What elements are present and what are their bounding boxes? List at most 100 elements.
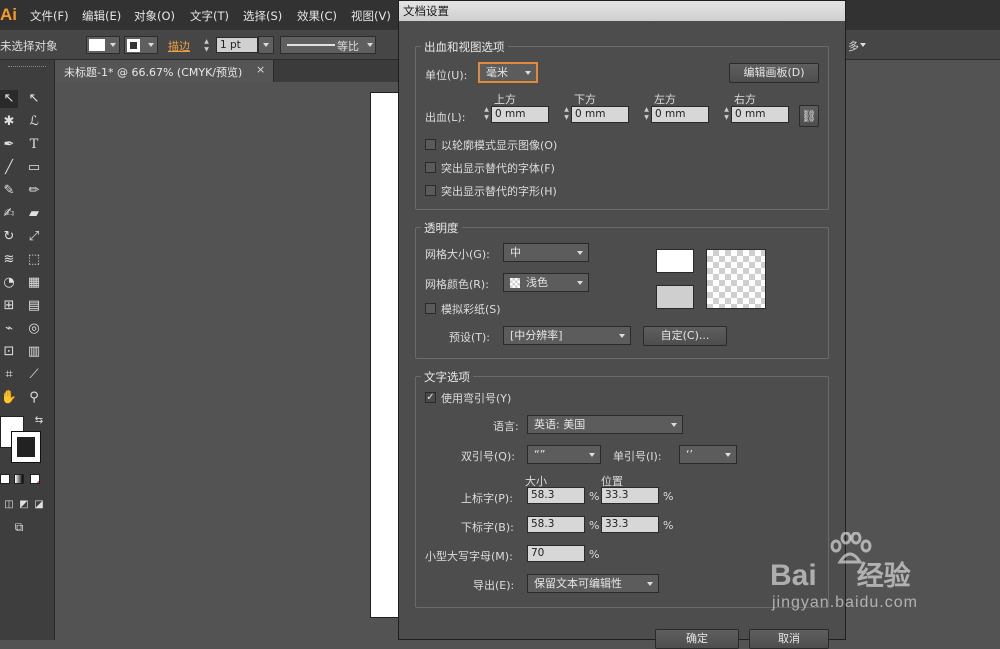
edit-artboards-button[interactable]: 编辑画板(D): [729, 63, 819, 83]
paintbrush-tool-icon[interactable]: ✎: [0, 182, 18, 200]
pen-tool-icon[interactable]: ✒: [0, 136, 18, 154]
artboard[interactable]: [370, 92, 400, 618]
highlight-glyphs-label: 突出显示替代的字形(H): [441, 185, 557, 198]
gradient-mode-icon[interactable]: [14, 474, 24, 484]
stroke-label[interactable]: 描边: [168, 38, 190, 54]
lasso-tool-icon[interactable]: ℒ: [25, 113, 43, 131]
stroke-swatch[interactable]: [11, 431, 41, 463]
bleed-left-label: 左方: [654, 93, 676, 106]
gradient-tool-icon[interactable]: ▤: [25, 297, 43, 315]
draw-inside-icon[interactable]: ◪: [30, 496, 48, 514]
grid-size-dropdown[interactable]: 中: [503, 243, 589, 262]
menu-effect[interactable]: 效果(C): [297, 8, 337, 24]
bleed-left-input[interactable]: 0 mm: [651, 106, 709, 123]
ok-button[interactable]: 确定: [655, 629, 739, 649]
menu-view[interactable]: 视图(V): [351, 8, 391, 24]
color-mode-icon[interactable]: [0, 474, 10, 484]
bleed-left-spinner[interactable]: ▲ ▼: [643, 106, 650, 123]
subscript-label: 下标字(B):: [461, 521, 514, 534]
rectangle-tool-icon[interactable]: ▭: [25, 159, 43, 177]
line-tool-icon[interactable]: ╱: [0, 159, 18, 177]
grid-color-1-swatch[interactable]: [656, 249, 694, 273]
bleed-label: 出血(L):: [425, 111, 466, 124]
bleed-right-spinner[interactable]: ▲ ▼: [723, 106, 730, 123]
dialog-title[interactable]: 文档设置: [399, 1, 845, 21]
subscript-size-input[interactable]: 58.3: [527, 516, 585, 533]
type-tool-icon[interactable]: T: [25, 136, 43, 154]
selection-tool-icon[interactable]: ↖: [0, 90, 18, 108]
panel-grip[interactable]: [8, 66, 46, 70]
artboard-tool-icon[interactable]: ⌗: [0, 366, 18, 384]
grid-color-2-swatch[interactable]: [656, 285, 694, 309]
hand-tool-icon[interactable]: ✋: [0, 389, 18, 407]
bleed-top-input[interactable]: 0 mm: [491, 106, 549, 123]
bleed-top-label: 上方: [494, 93, 516, 106]
zoom-tool-icon[interactable]: ⚲: [25, 389, 43, 407]
export-dropdown[interactable]: 保留文本可编辑性: [527, 574, 659, 593]
column-graph-tool-icon[interactable]: ▥: [25, 343, 43, 361]
close-icon[interactable]: ×: [256, 63, 265, 76]
width-tool-icon[interactable]: ≋: [0, 251, 18, 269]
stroke-color-picker[interactable]: [124, 36, 158, 54]
symbol-sprayer-tool-icon[interactable]: ⊡: [0, 343, 18, 361]
stroke-profile-dropdown[interactable]: 等比: [280, 36, 376, 54]
simulate-paper-checkbox[interactable]: [425, 303, 436, 314]
slice-tool-icon[interactable]: ⟋: [25, 366, 43, 384]
bleed-top-spinner[interactable]: ▲ ▼: [483, 106, 490, 123]
outline-images-checkbox[interactable]: [425, 139, 436, 150]
language-dropdown[interactable]: 英语: 美国: [527, 415, 683, 434]
subscript-position-input[interactable]: 33.3: [601, 516, 659, 533]
blend-tool-icon[interactable]: ◎: [25, 320, 43, 338]
free-transform-tool-icon[interactable]: ⬚: [25, 251, 43, 269]
preset-dropdown[interactable]: [中分辨率]: [503, 326, 631, 345]
menu-file[interactable]: 文件(F): [30, 8, 69, 24]
superscript-label: 上标字(P):: [461, 492, 513, 505]
panel-menu-overflow[interactable]: 多: [848, 38, 859, 54]
menu-object[interactable]: 对象(O): [134, 8, 175, 24]
stroke-weight-dropdown[interactable]: [258, 36, 274, 54]
grid-colors-dropdown[interactable]: 浅色: [503, 273, 589, 292]
small-caps-unit: %: [589, 548, 600, 561]
menu-type[interactable]: 文字(T): [190, 8, 229, 24]
rotate-tool-icon[interactable]: ↻: [0, 228, 18, 246]
baidu-brand: Bai: [770, 559, 817, 592]
eyedropper-tool-icon[interactable]: ⌁: [0, 320, 18, 338]
scale-tool-icon[interactable]: ⤢: [25, 228, 43, 246]
menu-select[interactable]: 选择(S): [243, 8, 282, 24]
bleed-view-group-title: 出血和视图选项: [421, 39, 508, 55]
perspective-grid-tool-icon[interactable]: ▦: [25, 274, 43, 292]
eraser-tool-icon[interactable]: ▰: [25, 205, 43, 223]
highlight-fonts-checkbox[interactable]: [425, 162, 436, 173]
superscript-position-input[interactable]: 33.3: [601, 487, 659, 504]
custom-button[interactable]: 自定(C)...: [643, 326, 727, 346]
small-caps-input[interactable]: 70: [527, 545, 585, 562]
bleed-bottom-spinner[interactable]: ▲ ▼: [563, 106, 570, 123]
double-quotes-dropdown[interactable]: “”: [527, 445, 601, 464]
bleed-bottom-input[interactable]: 0 mm: [571, 106, 629, 123]
bleed-right-input[interactable]: 0 mm: [731, 106, 789, 123]
superscript-size-unit: %: [589, 490, 600, 503]
magic-wand-tool-icon[interactable]: ✱: [0, 113, 18, 131]
use-quotes-checkbox[interactable]: ✓: [425, 392, 436, 403]
screen-mode-icon[interactable]: ⧉: [10, 518, 28, 536]
highlight-glyphs-checkbox[interactable]: [425, 185, 436, 196]
none-mode-icon[interactable]: [30, 474, 40, 484]
shape-builder-tool-icon[interactable]: ◔: [0, 274, 18, 292]
mesh-tool-icon[interactable]: ⊞: [0, 297, 18, 315]
blob-brush-tool-icon[interactable]: ✍: [0, 205, 18, 223]
panel-menu-arrow[interactable]: [860, 43, 866, 47]
single-quotes-dropdown[interactable]: ‘’: [679, 445, 737, 464]
menu-edit[interactable]: 编辑(E): [82, 8, 121, 24]
document-tab[interactable]: 未标题-1* @ 66.67% (CMYK/预览) ×: [56, 60, 274, 82]
fill-color-picker[interactable]: [86, 36, 120, 54]
stroke-weight-spinner[interactable]: ▲ ▼: [203, 38, 210, 55]
direct-selection-tool-icon[interactable]: ↖: [25, 90, 43, 108]
swap-colors-icon[interactable]: ⇆: [30, 412, 48, 430]
pencil-tool-icon[interactable]: ✏: [25, 182, 43, 200]
single-quotes-label: 单引号(I):: [613, 450, 662, 463]
preset-label: 预设(T):: [449, 331, 491, 344]
stroke-weight-input[interactable]: 1 pt: [216, 37, 258, 53]
link-bleed-icon[interactable]: ⛓: [799, 105, 819, 127]
superscript-size-input[interactable]: 58.3: [527, 487, 585, 504]
unit-dropdown[interactable]: 毫米: [478, 62, 538, 83]
